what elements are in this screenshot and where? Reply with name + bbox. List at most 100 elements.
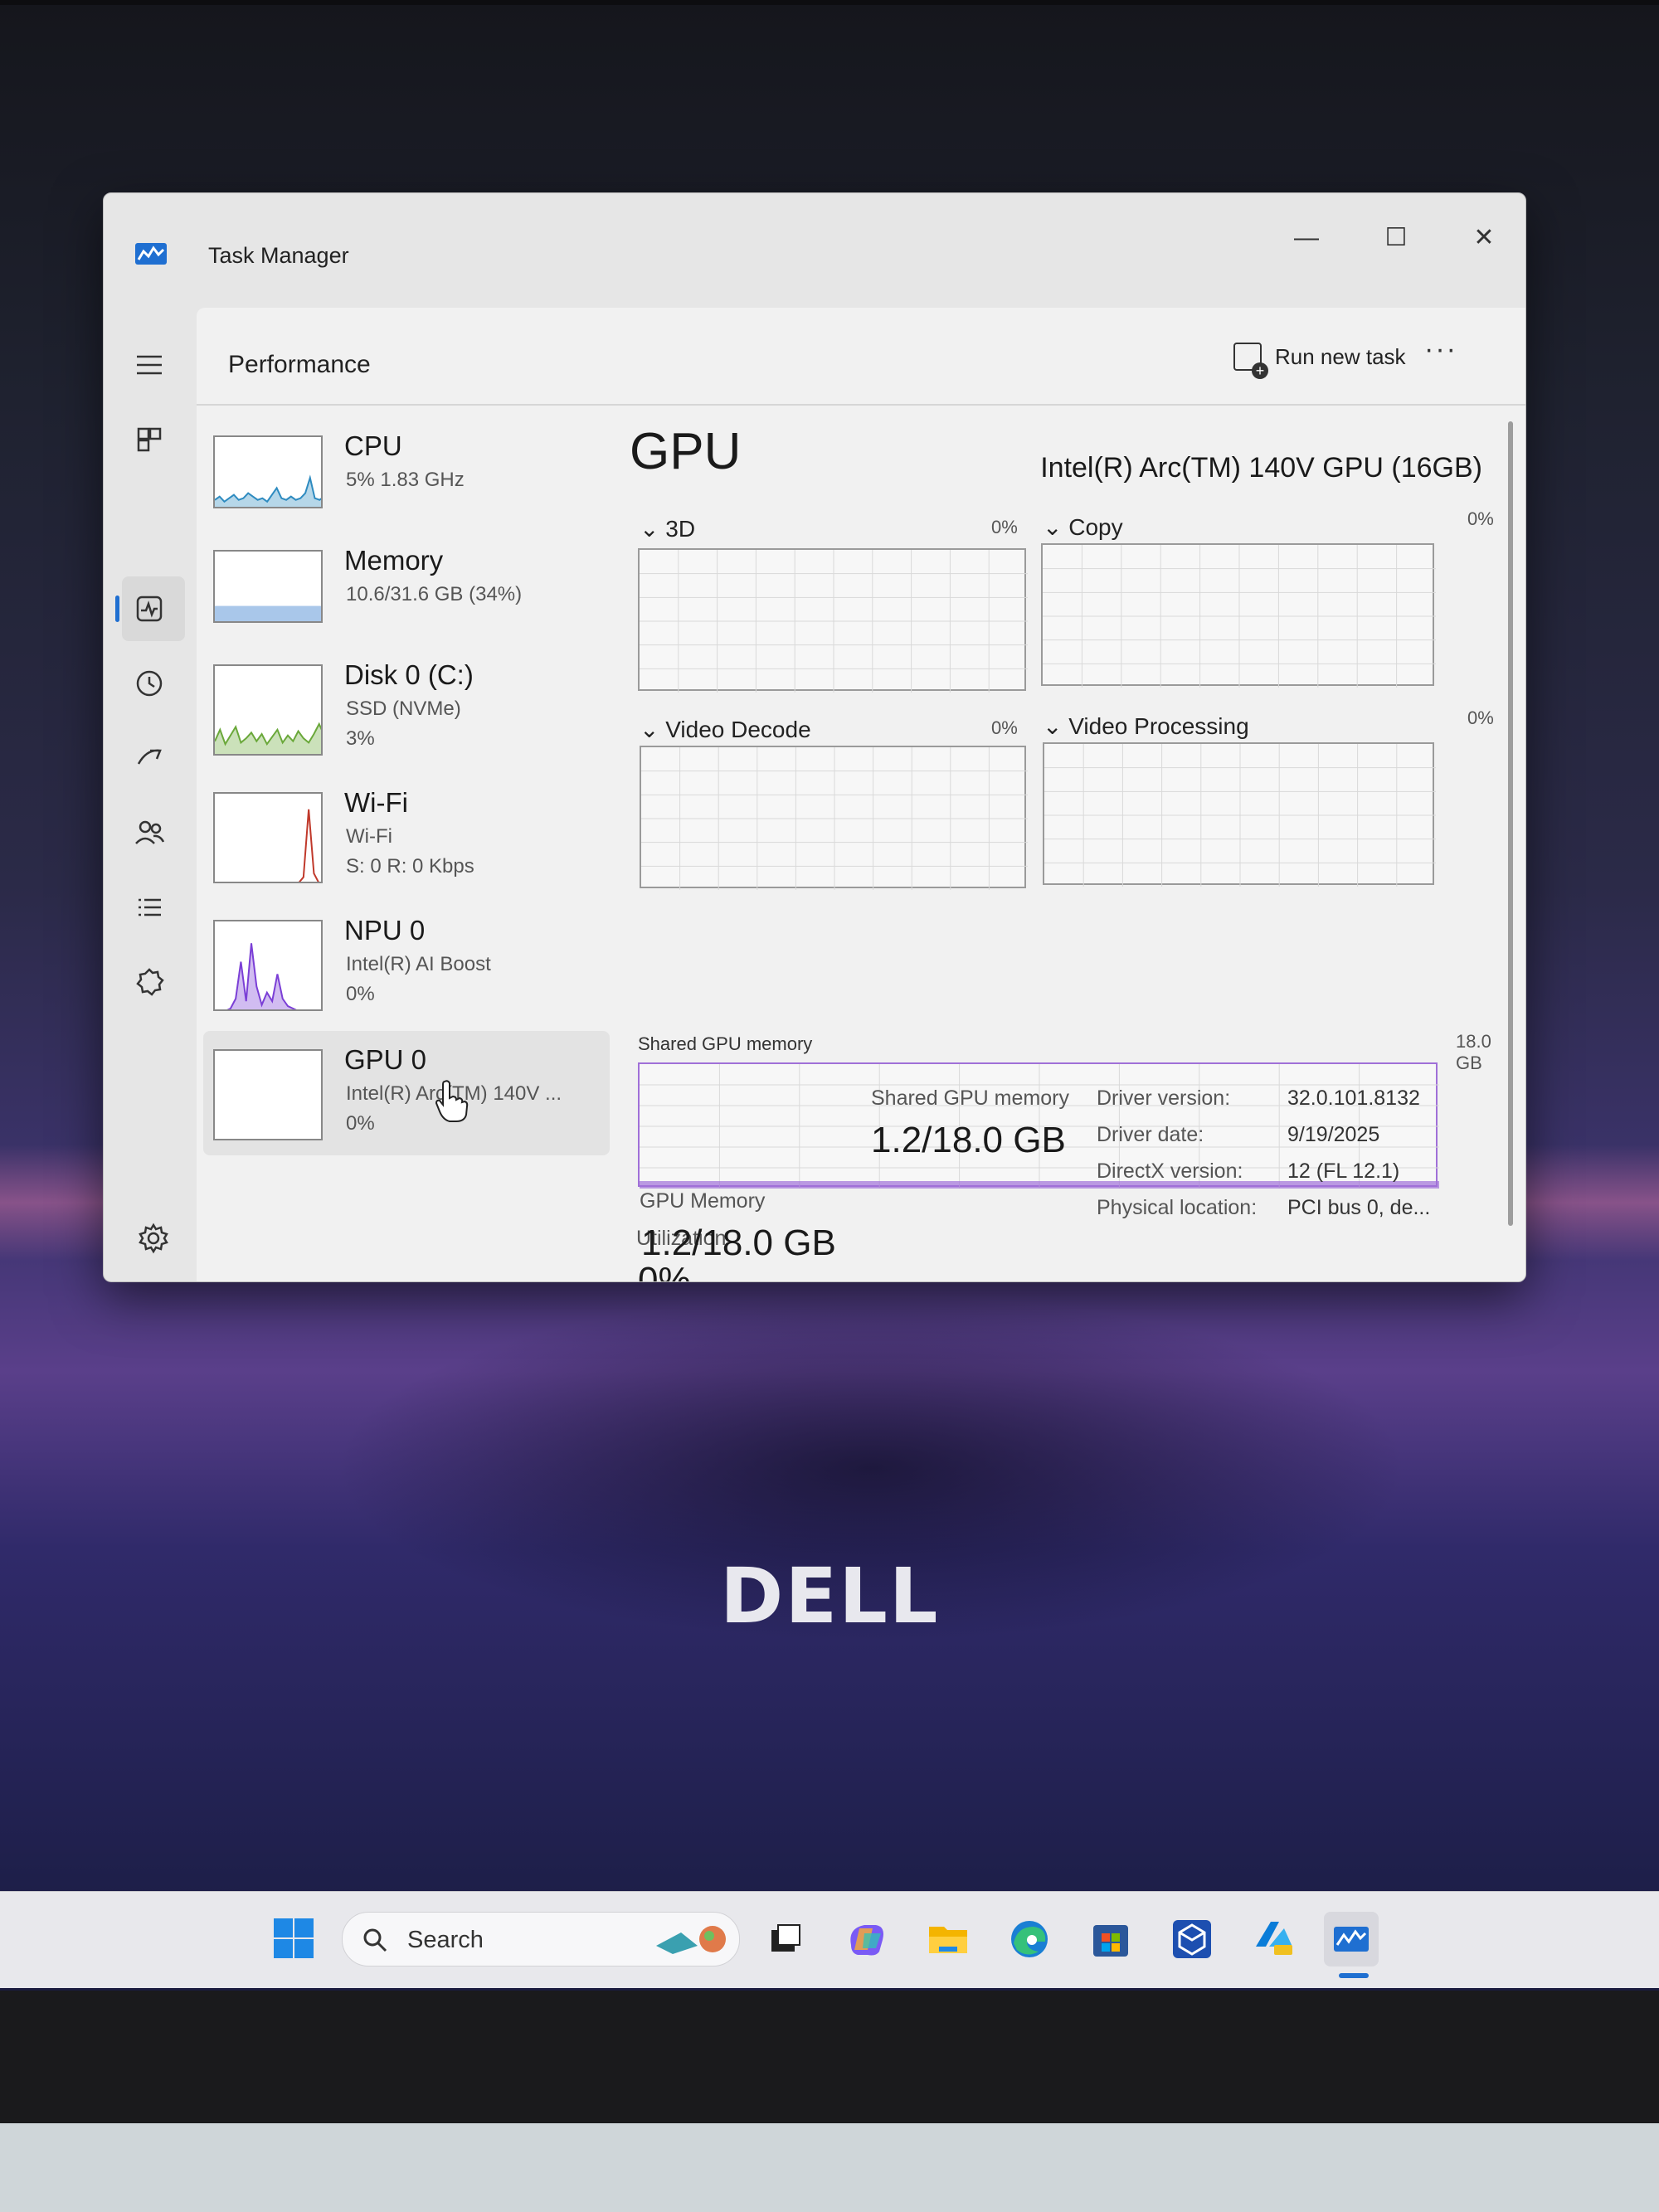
sparkline-fill (215, 478, 321, 507)
device-disk[interactable]: Disk 0 (C:) SSD (NVMe) 3% (203, 646, 610, 771)
vertical-scrollbar[interactable] (1508, 421, 1513, 1226)
device-name: Memory (344, 545, 444, 576)
details-icon[interactable] (132, 890, 167, 925)
engine-label: Video Processing (1068, 713, 1249, 739)
hamburger-menu-icon[interactable] (132, 348, 167, 382)
driver-version-value: 32.0.101.8132 (1287, 1087, 1420, 1110)
device-memory[interactable]: Memory 10.6/31.6 GB (34%) (203, 532, 610, 656)
processes-icon[interactable] (132, 422, 167, 457)
windows-start-icon[interactable] (272, 1917, 315, 1960)
cpu-thumbnail-graph (213, 435, 323, 508)
device-cpu[interactable]: CPU 5% 1.83 GHz (203, 417, 610, 542)
engine-pct: 0% (991, 717, 1018, 738)
taskbar-active-indicator (1339, 1973, 1369, 1978)
engine-label: Copy (1068, 514, 1123, 540)
directx-version-value: 12 (FL 12.1) (1287, 1159, 1400, 1183)
engine-pct: 0% (1467, 508, 1494, 529)
close-button[interactable]: ✕ (1451, 213, 1517, 263)
title-bar[interactable]: Task Manager — ☐ ✕ (104, 193, 1525, 301)
task-manager-app-icon (135, 243, 167, 265)
users-icon[interactable] (132, 815, 167, 850)
task-manager-window: Task Manager — ☐ ✕ Performance + Run new… (103, 192, 1526, 1282)
driver-date-value: 9/19/2025 (1287, 1123, 1380, 1146)
device-name: GPU 0 (344, 1044, 427, 1075)
memory-thumbnail-graph (213, 550, 323, 623)
laptop-body (0, 1991, 1659, 2123)
device-name: Wi-Fi (344, 787, 408, 818)
shared-gpu-memory-value: 1.2/18.0 GB (871, 1120, 1066, 1160)
shared-gpu-memory-graph-max: 18.0 GB (1456, 1031, 1491, 1073)
device-detail: SSD (NVMe) (346, 698, 461, 720)
performance-icon[interactable] (132, 591, 167, 626)
device-detail: 10.6/31.6 GB (34%) (346, 583, 523, 605)
run-new-task-button[interactable]: Run new task (1233, 336, 1406, 379)
search-highlight-art-icon (648, 1921, 731, 1957)
sparkline (298, 809, 319, 882)
device-detail: Intel(R) AI Boost (346, 953, 491, 975)
settings-gear-icon[interactable] (137, 1222, 170, 1255)
taskbar-search-box[interactable]: Search (342, 1912, 740, 1966)
physical-location-value: PCI bus 0, de... (1287, 1196, 1431, 1219)
engine-dropdown-3d[interactable]: ⌄ 3D (640, 515, 695, 542)
services-icon[interactable] (132, 965, 167, 999)
gpu-memory-value: 1.2/18.0 GB (641, 1223, 836, 1263)
minimize-button[interactable]: — (1273, 213, 1340, 263)
driver-version-label: Driver version: (1097, 1087, 1231, 1110)
device-utilization: 0% (346, 1112, 375, 1135)
search-icon (361, 1926, 389, 1954)
hand-pointer-cursor-icon (433, 1078, 469, 1127)
device-list: CPU 5% 1.83 GHz Memory 10.6/31.6 GB (34%… (197, 407, 611, 1281)
npu-thumbnail-graph (213, 920, 323, 1011)
gpu-thumbnail-graph (213, 1049, 323, 1140)
screen-bezel (0, 0, 1659, 5)
engine-dropdown-video-decode[interactable]: ⌄ Video Decode (640, 716, 811, 743)
edge-browser-icon[interactable] (1002, 1912, 1057, 1966)
shared-gpu-memory-label: Shared GPU memory (871, 1087, 1069, 1110)
window-title: Task Manager (208, 243, 349, 268)
engine-pct: 0% (991, 517, 1018, 537)
physical-location-label: Physical location: (1097, 1196, 1258, 1219)
azure-preview-icon[interactable] (1246, 1912, 1301, 1966)
page-title: Performance (228, 351, 371, 378)
microsoft-store-icon[interactable] (1083, 1912, 1138, 1966)
device-gpu[interactable]: GPU 0 Intel(R) Arc(TM) 140V ... 0% (203, 1031, 610, 1155)
task-manager-taskbar-icon[interactable] (1324, 1912, 1379, 1966)
shared-gpu-memory-graph-label: Shared GPU memory (638, 1033, 813, 1054)
engine-dropdown-copy[interactable]: ⌄ Copy (1043, 513, 1123, 541)
maximize-button[interactable]: ☐ (1363, 213, 1429, 263)
sparkline-fill (228, 943, 295, 1009)
run-new-task-label: Run new task (1275, 343, 1406, 369)
device-utilization: 0% (346, 983, 375, 1005)
device-utilization: 3% (346, 727, 375, 750)
engine-graph-copy (1041, 543, 1436, 688)
engine-label: Video Decode (665, 717, 811, 742)
device-wifi[interactable]: Wi-Fi Wi-Fi S: 0 R: 0 Kbps (203, 774, 610, 898)
cube-app-icon[interactable] (1165, 1912, 1219, 1966)
run-task-icon (1233, 343, 1268, 379)
engine-pct: 0% (1467, 707, 1494, 728)
engine-dropdown-video-processing[interactable]: ⌄ Video Processing (1043, 712, 1249, 740)
device-name: Disk 0 (C:) (344, 659, 474, 690)
engine-graph-video-decode (640, 746, 1028, 890)
search-placeholder: Search (407, 1927, 484, 1953)
desk-surface (0, 2123, 1659, 2212)
device-npu[interactable]: NPU 0 Intel(R) AI Boost 0% (203, 902, 610, 1026)
nav-selected-indicator (115, 596, 119, 622)
memory-usage-fill (215, 605, 321, 621)
engine-label: 3D (665, 516, 696, 542)
engine-graph-3d (638, 548, 1028, 693)
copilot-icon[interactable] (839, 1912, 894, 1966)
dell-logo: DELL (720, 1552, 940, 1641)
device-name: CPU (344, 430, 402, 461)
navigation-rail (104, 301, 195, 1281)
more-options-button[interactable]: ··· (1416, 333, 1466, 374)
app-history-icon[interactable] (132, 666, 167, 701)
file-explorer-icon[interactable] (921, 1912, 975, 1966)
taskbar: Search (0, 1891, 1659, 1988)
device-name: NPU 0 (344, 915, 426, 946)
task-view-icon[interactable] (757, 1912, 811, 1966)
engine-graph-video-processing (1043, 742, 1436, 887)
gpu-memory-label: GPU Memory (640, 1189, 766, 1213)
startup-apps-icon[interactable] (132, 741, 167, 775)
driver-date-label: Driver date: (1097, 1123, 1204, 1146)
